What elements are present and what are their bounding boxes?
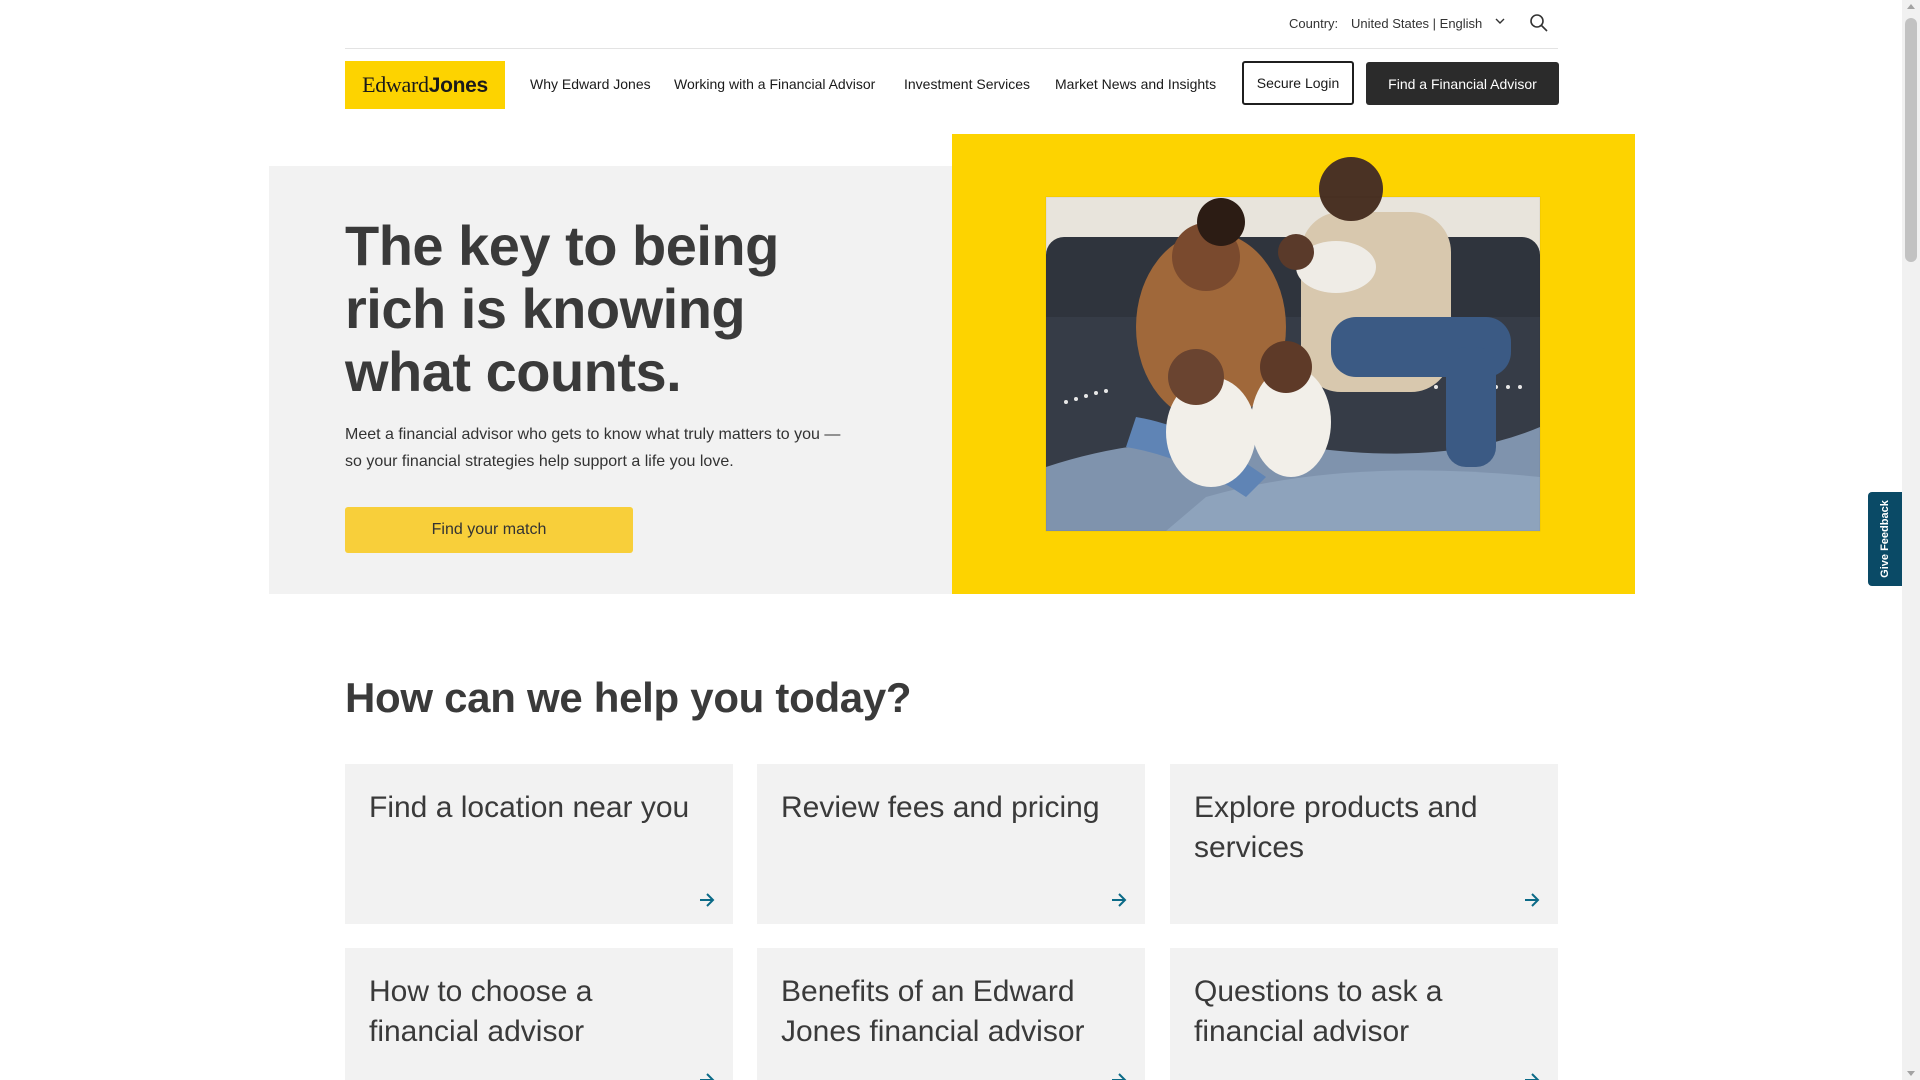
- arrow-right-icon: [1112, 1073, 1127, 1080]
- card-review-fees[interactable]: Review fees and pricing: [757, 764, 1145, 924]
- scroll-up-icon[interactable]: [1907, 4, 1915, 9]
- feedback-label: Give Feedback: [1879, 500, 1891, 578]
- card-label: Review fees and pricing: [781, 791, 1100, 824]
- nav-working-with-advisor[interactable]: Working with a Financial Advisor: [674, 76, 875, 92]
- card-label: Questions to ask a financial advisor: [1194, 975, 1443, 1048]
- card-label: Benefits of an Edward Jones financial ad…: [781, 975, 1085, 1048]
- card-explore-products[interactable]: Explore products and services: [1170, 764, 1558, 924]
- search-icon[interactable]: [1529, 13, 1549, 33]
- arrow-right-icon: [700, 1073, 715, 1080]
- secure-login-button[interactable]: Secure Login: [1242, 61, 1354, 105]
- card-find-location[interactable]: Find a location near you: [345, 764, 733, 924]
- scroll-thumb[interactable]: [1905, 18, 1917, 262]
- card-label: Find a location near you: [369, 791, 690, 824]
- card-choose-advisor[interactable]: How to choose a financial advisor: [345, 948, 733, 1080]
- card-label: How to choose a financial advisor: [369, 975, 593, 1048]
- card-benefits-advisor[interactable]: Benefits of an Edward Jones financial ad…: [757, 948, 1145, 1080]
- country-label: Country:: [1289, 16, 1339, 31]
- help-section-title: How can we help you today?: [345, 674, 912, 721]
- page-scrollbar[interactable]: [1902, 0, 1920, 1080]
- arrow-right-icon: [1525, 893, 1540, 907]
- nav-investment-services[interactable]: Investment Services: [904, 76, 1030, 92]
- card-questions-advisor[interactable]: Questions to ask a financial advisor: [1170, 948, 1558, 1080]
- arrow-right-icon: [1525, 1073, 1540, 1080]
- utility-bar: Country: United States | English: [345, 0, 1558, 49]
- chevron-down-icon[interactable]: [1495, 16, 1505, 26]
- find-your-match-button[interactable]: Find your match: [345, 507, 633, 553]
- nav-why-edward-jones[interactable]: Why Edward Jones: [530, 76, 651, 92]
- give-feedback-tab[interactable]: Give Feedback: [1868, 492, 1902, 586]
- find-advisor-button[interactable]: Find a Financial Advisor: [1366, 62, 1559, 105]
- arrow-right-icon: [1112, 893, 1127, 907]
- card-label: Explore products and services: [1194, 791, 1478, 864]
- arrow-right-icon: [700, 893, 715, 907]
- logo-text-jones: Jones: [428, 74, 489, 97]
- edward-jones-logo[interactable]: EdwardJones: [345, 61, 505, 109]
- nav-market-news[interactable]: Market News and Insights: [1055, 76, 1216, 92]
- hero-subtitle: Meet a financial advisor who gets to kno…: [345, 426, 841, 470]
- country-selector[interactable]: United States | English: [1351, 16, 1482, 31]
- scroll-down-icon[interactable]: [1907, 1071, 1915, 1076]
- hero-title: The key to being rich is knowing what co…: [345, 214, 779, 403]
- family-photo: [1045, 157, 1541, 532]
- logo-text-edward: Edward: [362, 72, 429, 97]
